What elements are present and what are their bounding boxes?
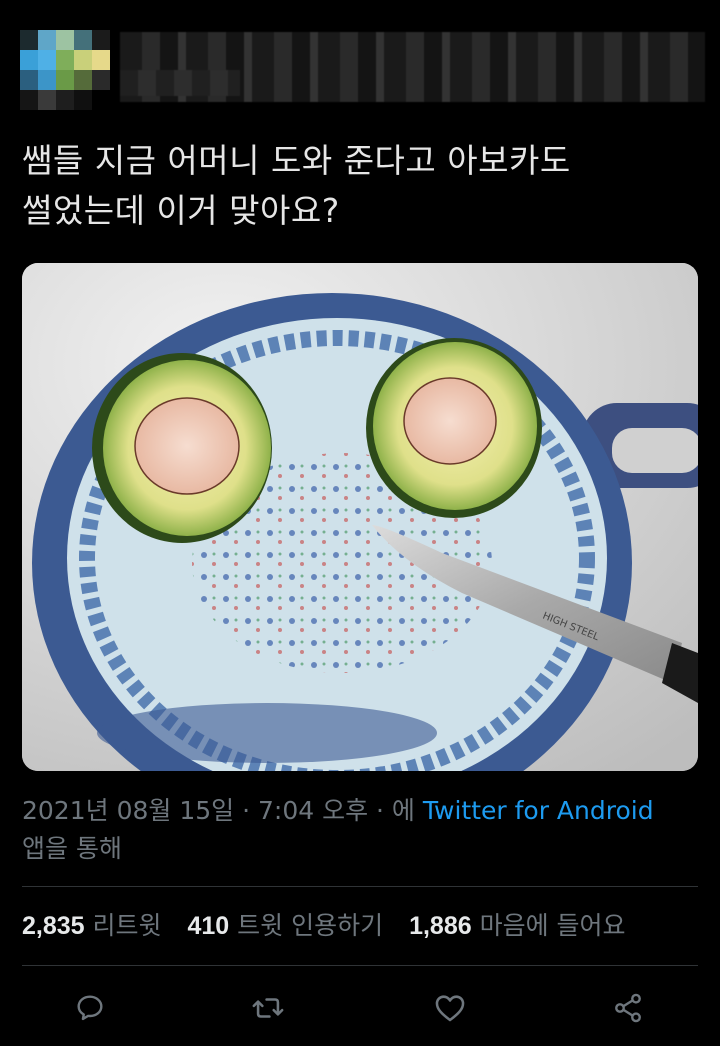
divider-top [22, 886, 698, 887]
reply-button[interactable] [70, 988, 110, 1028]
retweets-label: 리트윗 [92, 911, 162, 940]
quotes-stat[interactable]: 410 트윗 인용하기 [187, 911, 383, 940]
reply-icon [77, 995, 103, 1021]
tweet-stats: 2,835 리트윗 410 트윗 인용하기 1,886 마음에 들어요 [22, 906, 702, 942]
tweet-text-line1: 쌤들 지금 어머니 도와 준다고 아보카도 [22, 141, 571, 180]
retweet-icon [252, 998, 284, 1018]
tweet-header [0, 0, 720, 120]
tweet-date: 2021년 08월 15일 [22, 796, 235, 825]
tweet-actions [0, 980, 720, 1036]
retweets-stat[interactable]: 2,835 리트윗 [22, 911, 162, 940]
share-icon [615, 993, 641, 1023]
heart-icon [435, 995, 465, 1022]
avocado-photo-illustration: HIGH STEEL [22, 263, 698, 771]
tweet-meta: 2021년 08월 15일 · 7:04 오후 · 에 Twitter for … [22, 792, 702, 868]
avatar[interactable] [20, 30, 110, 110]
quotes-label: 트윗 인용하기 [237, 911, 384, 940]
likes-label: 마음에 들어요 [479, 911, 626, 940]
likes-count: 1,886 [409, 912, 472, 940]
source-link[interactable]: Twitter for Android [423, 796, 654, 825]
quotes-count: 410 [187, 912, 230, 940]
like-button[interactable] [430, 988, 470, 1028]
retweets-count: 2,835 [22, 912, 85, 940]
tweet-photo[interactable]: HIGH STEEL [22, 263, 698, 771]
tweet-time: 7:04 오후 [257, 796, 369, 825]
source-suffix: 앱을 통해 [22, 834, 122, 863]
retweet-button[interactable] [248, 988, 288, 1028]
share-button[interactable] [608, 988, 648, 1028]
tweet-text: 쌤들 지금 어머니 도와 준다고 아보카도 썰었는데 이거 맞아요? [22, 136, 698, 236]
meta-separator: · [234, 796, 258, 825]
divider-bottom [22, 965, 698, 966]
tweet-text-line2: 썰었는데 이거 맞아요? [22, 191, 340, 230]
blurred-user-name[interactable] [120, 32, 705, 102]
likes-stat[interactable]: 1,886 마음에 들어요 [409, 911, 625, 940]
meta-separator-source: · 에 [368, 796, 423, 825]
